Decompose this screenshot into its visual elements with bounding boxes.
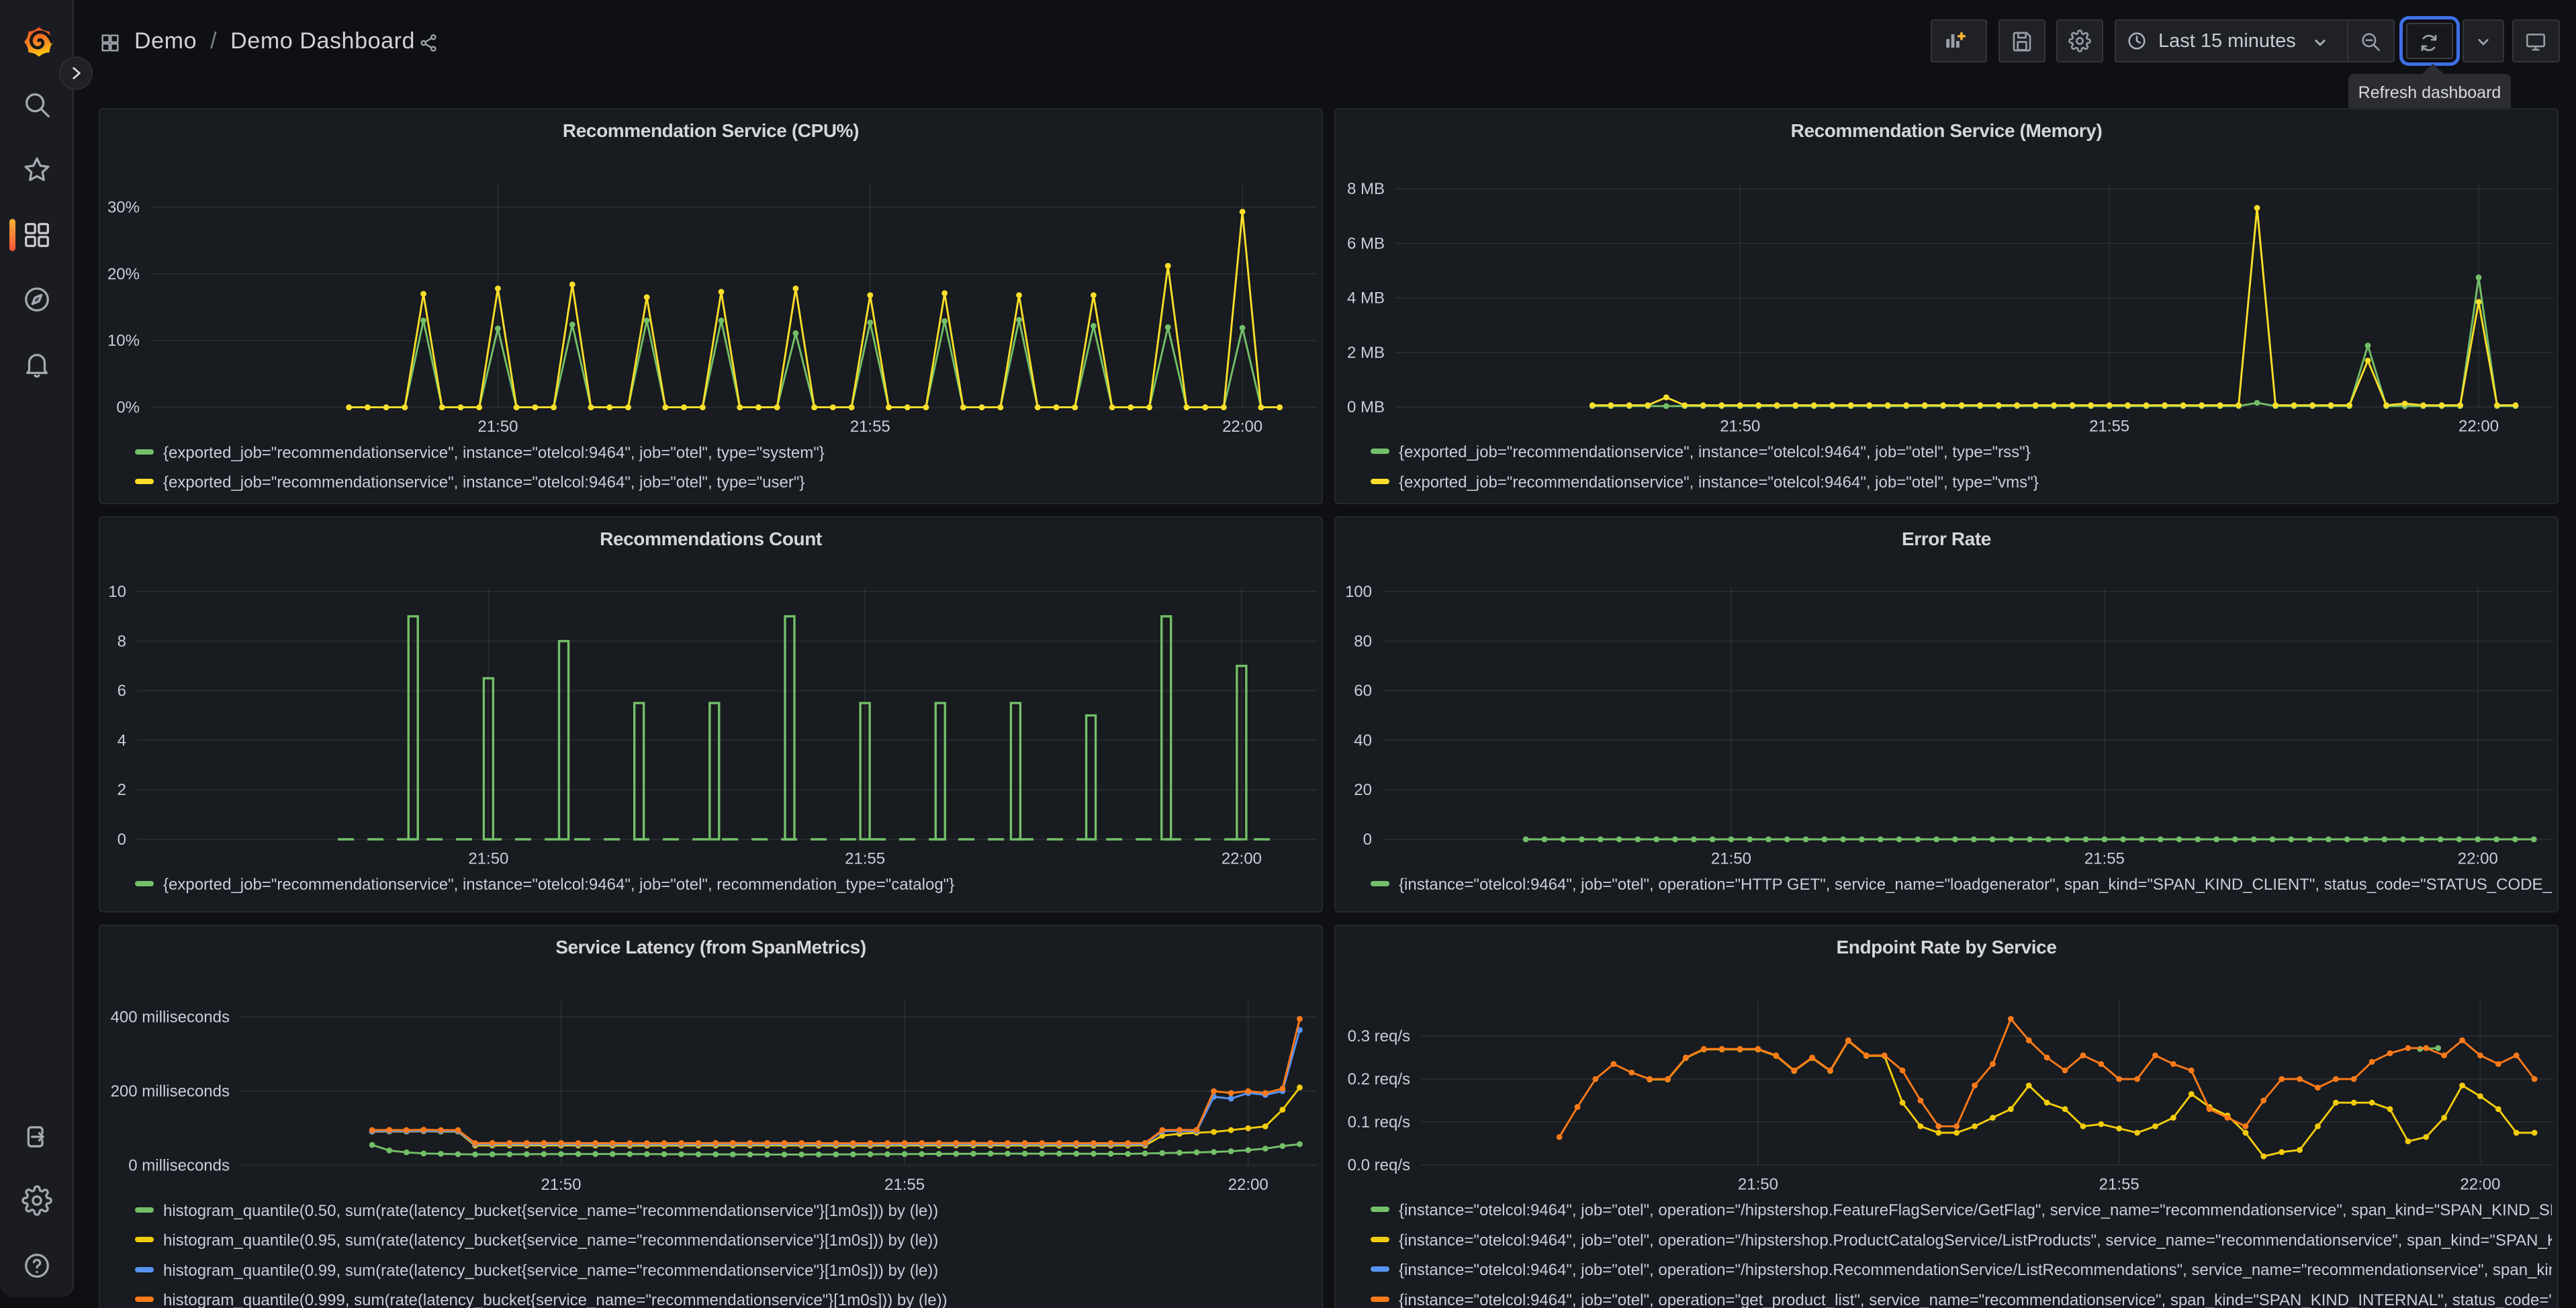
svg-text:100: 100 bbox=[1345, 583, 1372, 601]
svg-text:60: 60 bbox=[1354, 682, 1372, 700]
svg-text:8 MB: 8 MB bbox=[1347, 180, 1385, 198]
svg-text:80: 80 bbox=[1354, 633, 1372, 651]
svg-text:0%: 0% bbox=[116, 399, 140, 417]
svg-text:21:50: 21:50 bbox=[1738, 1175, 1778, 1193]
svg-text:40: 40 bbox=[1354, 731, 1372, 749]
svg-text:0.0 req/s: 0.0 req/s bbox=[1348, 1156, 1410, 1174]
svg-text:0 milliseconds: 0 milliseconds bbox=[128, 1157, 230, 1175]
svg-text:22:00: 22:00 bbox=[1228, 1176, 1269, 1194]
svg-text:21:50: 21:50 bbox=[477, 418, 518, 436]
svg-text:0 MB: 0 MB bbox=[1347, 398, 1385, 416]
svg-text:6 MB: 6 MB bbox=[1347, 234, 1385, 252]
svg-text:0.2 req/s: 0.2 req/s bbox=[1348, 1070, 1410, 1088]
svg-text:2: 2 bbox=[118, 781, 126, 799]
svg-text:21:55: 21:55 bbox=[2099, 1175, 2140, 1193]
svg-text:0.3 req/s: 0.3 req/s bbox=[1348, 1027, 1410, 1045]
svg-text:0: 0 bbox=[1363, 831, 1372, 849]
svg-text:22:00: 22:00 bbox=[2458, 417, 2499, 435]
svg-text:10: 10 bbox=[108, 583, 126, 601]
svg-text:21:50: 21:50 bbox=[468, 849, 508, 868]
svg-text:4: 4 bbox=[118, 731, 126, 749]
svg-text:21:50: 21:50 bbox=[1711, 849, 1751, 868]
svg-text:200 milliseconds: 200 milliseconds bbox=[111, 1082, 230, 1101]
svg-text:22:00: 22:00 bbox=[1222, 849, 1262, 868]
svg-text:20%: 20% bbox=[107, 265, 140, 283]
svg-text:30%: 30% bbox=[107, 198, 140, 216]
svg-text:21:55: 21:55 bbox=[2084, 849, 2125, 868]
svg-text:21:50: 21:50 bbox=[541, 1176, 581, 1194]
svg-text:10%: 10% bbox=[107, 332, 140, 350]
svg-text:2 MB: 2 MB bbox=[1347, 344, 1385, 362]
svg-text:22:00: 22:00 bbox=[1222, 418, 1262, 436]
svg-text:21:55: 21:55 bbox=[845, 849, 885, 868]
svg-text:400 milliseconds: 400 milliseconds bbox=[111, 1009, 230, 1027]
svg-text:20: 20 bbox=[1354, 781, 1372, 799]
svg-text:4 MB: 4 MB bbox=[1347, 289, 1385, 308]
svg-text:21:55: 21:55 bbox=[2089, 417, 2129, 435]
svg-text:21:50: 21:50 bbox=[1720, 417, 1760, 435]
svg-text:0: 0 bbox=[118, 831, 126, 849]
svg-text:6: 6 bbox=[118, 682, 126, 700]
svg-text:21:55: 21:55 bbox=[850, 418, 890, 436]
svg-text:22:00: 22:00 bbox=[2458, 849, 2498, 868]
svg-text:8: 8 bbox=[118, 633, 126, 651]
svg-text:21:55: 21:55 bbox=[884, 1176, 925, 1194]
svg-text:22:00: 22:00 bbox=[2460, 1175, 2500, 1193]
svg-text:0.1 req/s: 0.1 req/s bbox=[1348, 1113, 1410, 1131]
